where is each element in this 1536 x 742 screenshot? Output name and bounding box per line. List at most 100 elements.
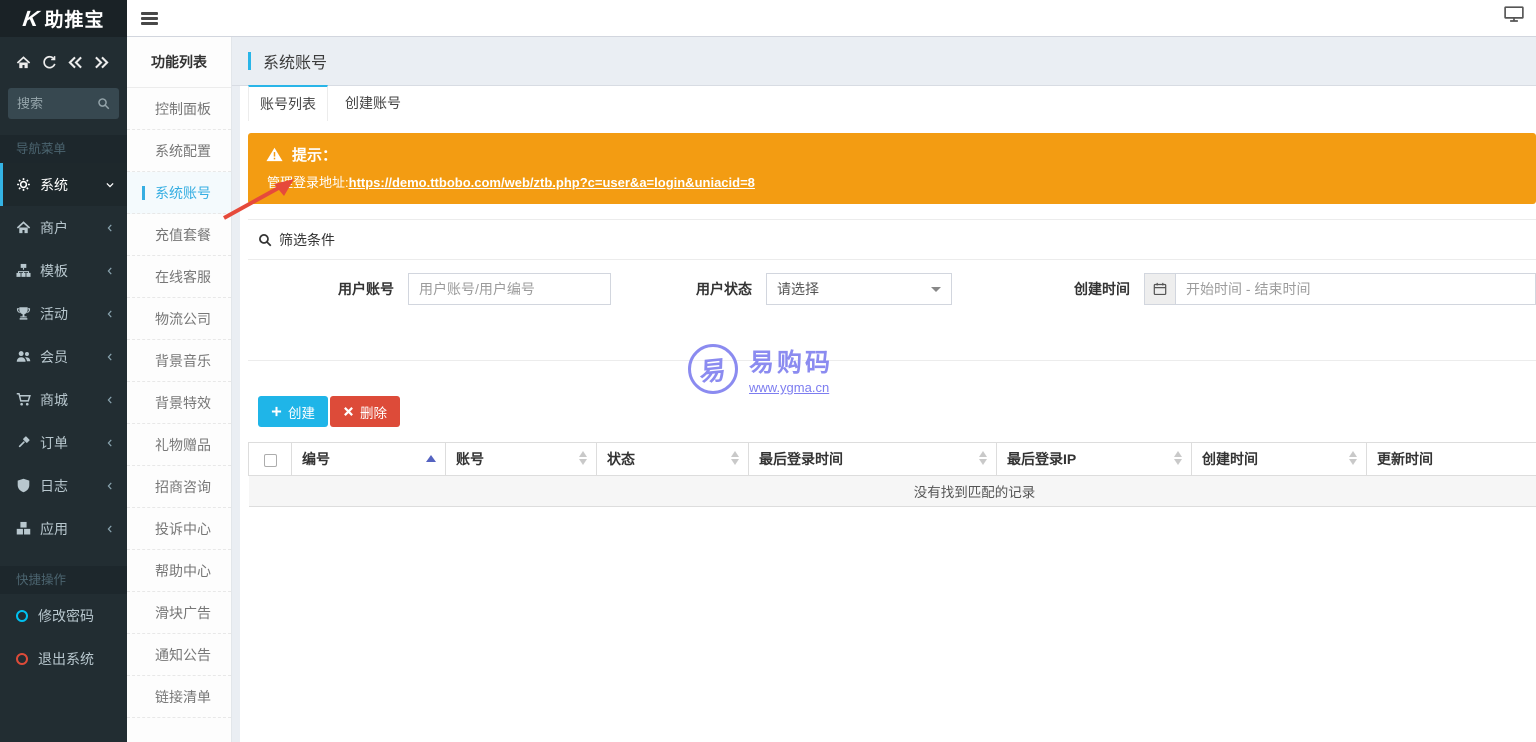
submenu-item-investment[interactable]: 招商咨询 [127, 466, 231, 508]
column-header-last-login-time[interactable]: 最后登录时间 [749, 443, 997, 476]
sidebar-item-merchant[interactable]: 商户 [0, 206, 127, 249]
date-range-input[interactable] [1176, 273, 1536, 305]
sidebar-item-app[interactable]: 应用 [0, 507, 127, 550]
topbar [127, 0, 1536, 37]
sidebar-item-log[interactable]: 日志 [0, 464, 127, 507]
home-icon[interactable] [16, 55, 31, 70]
alert-title: 提示： [292, 144, 337, 165]
column-header-account[interactable]: 账号 [446, 443, 597, 476]
create-button[interactable]: 创建 [258, 396, 328, 427]
alert-message: 管理登录地址:https://demo.ttbobo.com/web/ztb.p… [266, 172, 1518, 191]
cart-icon [16, 392, 31, 407]
sidebar-item-mall[interactable]: 商城 [0, 378, 127, 421]
sort-icon [1349, 451, 1357, 465]
submenu-item-online-service[interactable]: 在线客服 [127, 256, 231, 298]
submenu-item-notice[interactable]: 通知公告 [127, 634, 231, 676]
sidebar-item-label: 活动 [40, 304, 68, 324]
sidebar-item-label: 会员 [40, 347, 68, 367]
submenu-item-logistics[interactable]: 物流公司 [127, 298, 231, 340]
submenu-item-bg-effect[interactable]: 背景特效 [127, 382, 231, 424]
select-all-checkbox[interactable] [264, 454, 277, 467]
function-list-sidebar: 功能列表 控制面板 系统配置 系统账号 充值套餐 在线客服 物流公司 背景音乐 … [127, 37, 232, 742]
sidebar-item-label: 日志 [40, 476, 68, 496]
change-password-item[interactable]: 修改密码 [0, 594, 127, 637]
watermark-name: 易购码 [749, 343, 833, 379]
column-header-status[interactable]: 状态 [597, 443, 749, 476]
admin-login-link[interactable]: https://demo.ttbobo.com/web/ztb.php?c=us… [349, 175, 755, 190]
sidebar-item-activity[interactable]: 活动 [0, 292, 127, 335]
filter-form: 用户账号 用户状态 请选择 创建时间 [248, 260, 1536, 361]
trophy-icon [16, 306, 31, 321]
fast-forward-icon[interactable] [94, 55, 109, 70]
submenu-item-complaint-center[interactable]: 投诉中心 [127, 508, 231, 550]
users-icon [16, 349, 31, 364]
submenu-item-gifts[interactable]: 礼物赠品 [127, 424, 231, 466]
sidebar-item-label: 系统 [40, 175, 68, 195]
search-icon [258, 233, 272, 247]
page-header: 系统账号 [232, 37, 1536, 85]
panel-body: 提示： 管理登录地址:https://demo.ttbobo.com/web/z… [240, 133, 1536, 507]
sort-icon [1174, 451, 1182, 465]
empty-message: 没有找到匹配的记录 [249, 476, 1536, 507]
gear-icon [16, 177, 31, 192]
app-logo[interactable]: K 助推宝 [0, 0, 127, 37]
submenu-title: 功能列表 [127, 37, 231, 88]
page-title: 系统账号 [263, 49, 327, 73]
circle-icon [16, 610, 28, 622]
column-header-last-login-ip[interactable]: 最后登录IP [997, 443, 1192, 476]
submenu-item-control-panel[interactable]: 控制面板 [127, 88, 231, 130]
fast-backward-icon[interactable] [68, 55, 83, 70]
submenu-item-help-center[interactable]: 帮助中心 [127, 550, 231, 592]
status-select[interactable]: 请选择 [766, 273, 952, 305]
sidebar-item-label: 商户 [40, 218, 68, 238]
filter-title: 筛选条件 [279, 230, 335, 250]
column-header-updated-time[interactable]: 更新时间 [1367, 443, 1536, 476]
submenu-item-system-config[interactable]: 系统配置 [127, 130, 231, 172]
main-content: 系统账号 账号列表 创建账号 提示： 管理登录地址:https://demo.t… [232, 37, 1536, 742]
search-input[interactable] [17, 96, 97, 111]
calendar-icon[interactable] [1144, 273, 1176, 305]
chevron-down-icon [105, 180, 115, 190]
submenu-item-system-account[interactable]: 系统账号 [127, 172, 231, 214]
sidebar-search [8, 88, 119, 119]
submenu-item-recharge-package[interactable]: 充值套餐 [127, 214, 231, 256]
submenu-item-slider-ad[interactable]: 滑块广告 [127, 592, 231, 634]
table-header-row: 编号 账号 状态 最后登录时间 最后登录IP 创建时间 更新时间 [249, 443, 1536, 476]
status-select-value: 请选择 [777, 279, 819, 299]
submenu-item-bg-music[interactable]: 背景音乐 [127, 340, 231, 382]
table-toolbar: 创建 删除 [248, 396, 1536, 427]
create-button-label: 创建 [288, 402, 315, 422]
select-all-cell [249, 443, 292, 476]
sidebar-item-member[interactable]: 会员 [0, 335, 127, 378]
accounts-table: 编号 账号 状态 最后登录时间 最后登录IP 创建时间 更新时间 没有找到匹配的… [248, 442, 1536, 507]
delete-button[interactable]: 删除 [330, 396, 400, 427]
filter-header: 筛选条件 [248, 220, 1536, 260]
tab-strip: 账号列表 创建账号 [240, 85, 1536, 121]
title-accent-bar [248, 52, 251, 70]
time-label: 创建时间 [952, 279, 1144, 299]
logo-name: 助推宝 [44, 5, 104, 32]
date-range-group [1144, 273, 1536, 305]
chevron-left-icon [105, 223, 115, 233]
column-header-id[interactable]: 编号 [292, 443, 446, 476]
plus-icon [271, 406, 282, 417]
refresh-icon[interactable] [42, 55, 57, 70]
logout-item[interactable]: 退出系统 [0, 637, 127, 680]
sidebar-item-order[interactable]: 订单 [0, 421, 127, 464]
tab-account-list[interactable]: 账号列表 [248, 85, 328, 121]
empty-row: 没有找到匹配的记录 [249, 476, 1536, 507]
sidebar-item-template[interactable]: 模板 [0, 249, 127, 292]
sort-icon [979, 451, 987, 465]
submenu-item-link-list[interactable]: 链接清单 [127, 676, 231, 718]
tab-create-account[interactable]: 创建账号 [334, 85, 412, 121]
menu-toggle-icon[interactable] [141, 12, 158, 27]
monitor-icon[interactable] [1504, 5, 1524, 25]
watermark-link[interactable]: www.ygma.cn [749, 380, 833, 395]
search-icon[interactable] [97, 97, 110, 110]
alert-prefix: 管理登录地址: [267, 175, 349, 190]
sidebar-item-system[interactable]: 系统 [0, 163, 127, 206]
chevron-left-icon [105, 524, 115, 534]
column-header-created-time[interactable]: 创建时间 [1192, 443, 1367, 476]
shield-icon [16, 478, 31, 493]
account-input[interactable] [408, 273, 611, 305]
